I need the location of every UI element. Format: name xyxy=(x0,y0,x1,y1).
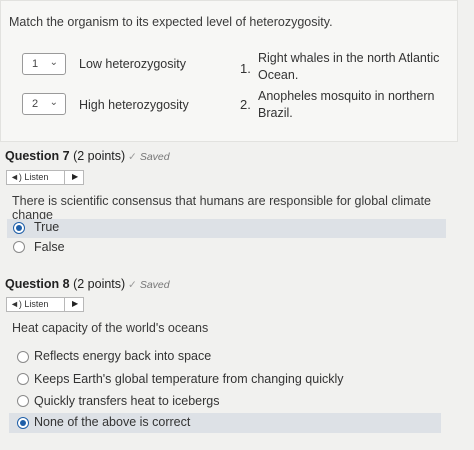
listen-label: Listen xyxy=(24,172,49,182)
question-7-header: Question 7 (2 points) xyxy=(5,149,125,163)
play-icon[interactable]: ▶ xyxy=(72,299,78,308)
option-false-label: False xyxy=(34,240,65,254)
chevron-down-icon: ⌄ xyxy=(49,57,58,68)
matching-prompt: Match the organism to its expected level… xyxy=(9,15,333,29)
checkmark-icon: ✓ xyxy=(128,279,137,291)
chevron-down-icon: ⌄ xyxy=(49,97,58,108)
question-points: (2 points) xyxy=(73,277,126,291)
radio-true[interactable] xyxy=(13,222,25,234)
radio-option-3[interactable] xyxy=(17,395,29,407)
saved-status: ✓ Saved xyxy=(128,151,170,163)
saved-label: Saved xyxy=(139,151,170,163)
option-true-label: True xyxy=(34,220,60,234)
listen-label-part[interactable]: ◄) Listen xyxy=(7,171,65,184)
match-option-number: 2. xyxy=(240,97,251,112)
listen-label-part[interactable]: ◄) Listen xyxy=(7,298,65,311)
option-2-label: Keeps Earth's global temperature from ch… xyxy=(34,372,344,386)
question-title: Question 7 xyxy=(5,149,70,163)
radio-option-4[interactable] xyxy=(17,417,29,429)
radio-option-2[interactable] xyxy=(17,373,29,385)
match-option-line: Ocean. xyxy=(258,68,299,82)
listen-button[interactable]: ◄) Listen ▶ xyxy=(6,297,84,312)
match-option-line: Right whales in the north Atlantic xyxy=(258,51,440,65)
question-8-header: Question 8 (2 points) xyxy=(5,277,125,291)
checkmark-icon: ✓ xyxy=(128,151,137,163)
option-4-label: None of the above is correct xyxy=(34,415,191,429)
speaker-icon: ◄) xyxy=(10,299,22,309)
question-points: (2 points) xyxy=(73,149,126,163)
question-7-text: There is scientific consensus that human… xyxy=(12,194,431,222)
match-option-2: Anopheles mosquito in northern Brazil. xyxy=(258,88,435,122)
match-label-low: Low heterozygosity xyxy=(79,57,187,71)
play-icon[interactable]: ▶ xyxy=(72,172,78,181)
match-select-1[interactable]: 1 ⌄ xyxy=(22,53,66,75)
match-select-2[interactable]: 2 ⌄ xyxy=(22,93,66,115)
listen-label: Listen xyxy=(24,299,49,309)
saved-label: Saved xyxy=(139,279,170,291)
listen-button[interactable]: ◄) Listen ▶ xyxy=(6,170,84,185)
match-select-value: 1 xyxy=(32,58,39,70)
match-option-line: Brazil. xyxy=(258,106,293,120)
match-option-number: 1. xyxy=(240,61,251,76)
radio-option-1[interactable] xyxy=(17,351,29,363)
match-option-1: Right whales in the north Atlantic Ocean… xyxy=(258,50,439,84)
match-select-value: 2 xyxy=(32,98,39,110)
saved-status: ✓ Saved xyxy=(128,279,170,291)
radio-false[interactable] xyxy=(13,241,25,253)
question-8-text: Heat capacity of the world's oceans xyxy=(12,321,209,335)
match-label-high: High heterozygosity xyxy=(79,98,189,112)
speaker-icon: ◄) xyxy=(10,172,22,182)
match-option-line: Anopheles mosquito in northern xyxy=(258,89,435,103)
selected-answer-highlight xyxy=(7,219,446,238)
option-1-label: Reflects energy back into space xyxy=(34,349,212,363)
question-title: Question 8 xyxy=(5,277,70,291)
option-3-label: Quickly transfers heat to icebergs xyxy=(34,394,220,408)
